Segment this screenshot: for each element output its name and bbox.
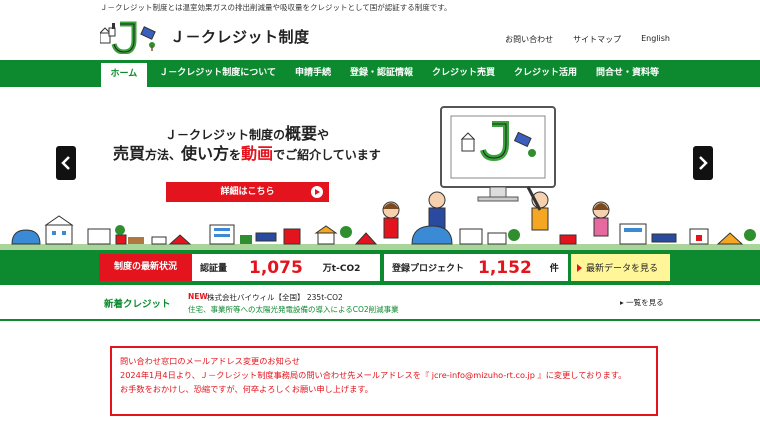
projects-value: 1,152 [478,257,532,278]
view-list-link[interactable]: ▸ 一覧を見る [620,297,664,308]
new-credits-label: 新着クレジット [104,299,171,310]
english-link[interactable]: English [641,34,670,45]
chevron-left-icon [61,156,70,170]
certified-label: 認証量 [200,264,228,274]
nav-item-trading[interactable]: クレジット売買 [423,60,505,87]
certified-value: 1,075 [249,257,303,278]
notice-line: お手数をおかけし、恐縮ですが、何卒よろしくお願い申し上げます。 [120,384,373,394]
latest-data-button[interactable]: 最新データを見る [571,254,670,281]
hero-illustration [0,106,760,250]
nav-item-application[interactable]: 申請手続 [285,60,340,87]
new-credits-section: 新着クレジット NEW 株式会社バイウィル【全国】 235t-CO2 住宅、事業… [0,285,760,321]
site-title[interactable]: Ｊ－クレジット制度 [170,26,310,47]
top-links: お問い合わせ サイトマップ English [505,34,670,45]
carousel-prev-button[interactable] [56,146,76,180]
new-badge: NEW [188,292,208,301]
nav-item-registration[interactable]: 登録・認証情報 [340,60,422,87]
projects-box: 登録プロジェクト 1,152 件 [384,254,568,281]
news-description-link[interactable]: 住宅、事業所等への太陽光発電設備の導入によるCO2削減事業 [188,304,399,315]
nav-item-contact-docs[interactable]: 問合せ・資料等 [587,60,669,87]
arrow-right-icon [577,263,582,272]
carousel-next-button[interactable] [693,146,713,180]
certified-amount-box: 認証量 1,075 万t-CO2 [192,254,380,281]
stats-bar: 制度の最新状況 認証量 1,075 万t-CO2 登録プロジェクト 1,152 … [0,250,760,285]
nav-item-usage[interactable]: クレジット活用 [505,60,587,87]
hero-banner[interactable]: Ｊ－クレジット制度の概要や 売買方法、使い方を動画でご紹介しています 詳細はこち… [0,87,760,250]
view-list-label: 一覧を見る [626,298,664,307]
nav-item-home[interactable]: ホーム [98,60,150,87]
nav-item-about[interactable]: Ｊ－クレジット制度について [150,60,286,87]
latest-data-label: 最新データを見る [586,264,659,274]
projects-unit: 件 [549,264,559,274]
chevron-right-icon [699,156,708,170]
projects-label: 登録プロジェクト [392,264,465,274]
contact-link[interactable]: お問い合わせ [505,34,553,45]
notice-box: 問い合わせ窓口のメールアドレス変更のお知らせ 2024年1月4日より、Ｊ－クレジ… [110,346,658,416]
news-title-link[interactable]: 株式会社バイウィル【全国】 235t-CO2 [207,292,343,303]
stats-label: 制度の最新状況 [99,254,192,281]
main-nav: ホーム Ｊ－クレジット制度について 申請手続 登録・認証情報 クレジット売買 ク… [0,60,760,87]
notice-title[interactable]: 問い合わせ窓口のメールアドレス変更のお知らせ [120,354,648,368]
certified-unit: 万t-CO2 [322,264,361,274]
notice-line: 2024年1月4日より、Ｊ－クレジット制度事務局の問い合わせ先メールアドレスを『… [120,370,627,380]
sitemap-link[interactable]: サイトマップ [573,34,621,45]
j-credit-logo-icon[interactable] [100,20,160,54]
header-tagline: Ｊ－クレジット制度とは温室効果ガスの排出削減量や吸収量をクレジットとして国が認証… [100,3,452,12]
